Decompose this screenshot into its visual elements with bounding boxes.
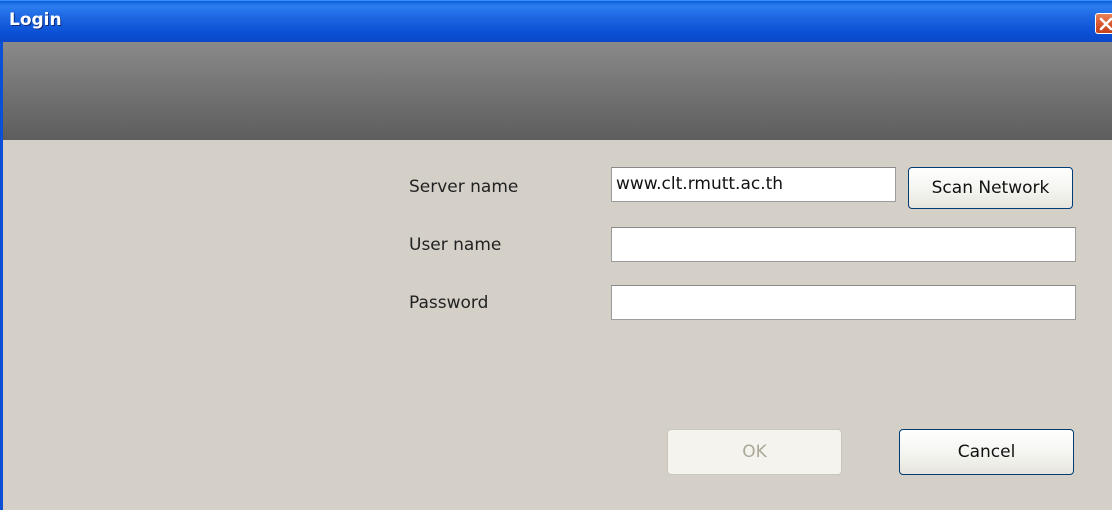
server-name-label: Server name (409, 177, 519, 197)
password-input[interactable] (611, 285, 1076, 320)
cancel-button[interactable]: Cancel (899, 429, 1074, 475)
user-name-input[interactable] (611, 227, 1076, 262)
window-title: Login (9, 10, 62, 30)
ok-button[interactable]: OK (667, 429, 842, 475)
header-banner (3, 42, 1112, 140)
scan-network-button[interactable]: Scan Network (908, 167, 1073, 209)
user-name-label: User name (409, 235, 502, 255)
close-button[interactable] (1095, 13, 1112, 34)
close-icon (1099, 17, 1112, 31)
login-window: Login Server name www.clt.rmutt.ac.th Sc… (0, 0, 1112, 510)
title-bar[interactable]: Login (0, 0, 1112, 42)
password-label: Password (409, 293, 489, 313)
server-name-input[interactable]: www.clt.rmutt.ac.th (611, 167, 896, 202)
